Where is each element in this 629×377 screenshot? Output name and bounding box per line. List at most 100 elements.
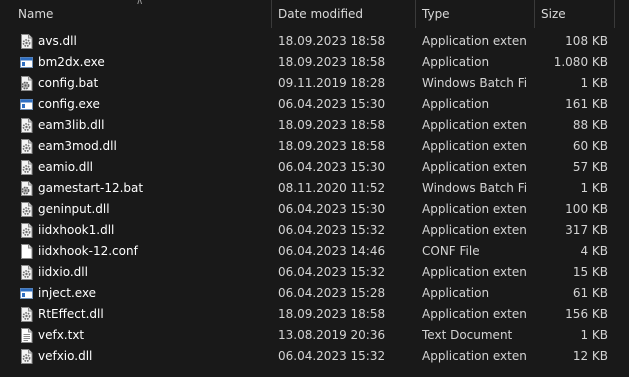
dll-gear-icon <box>20 349 33 364</box>
file-date-modified: 18.09.2023 18:58 <box>278 307 386 321</box>
file-row[interactable]: iidxhook-12.conf 06.04.2023 14:46 CONF Fil… <box>0 241 629 262</box>
file-row[interactable]: inject.exe 06.04.2023 15:28 Application 61 … <box>0 283 629 304</box>
file-type: Application exten... <box>422 265 528 279</box>
file-type: Application <box>422 286 490 300</box>
file-name: RtEffect.dll <box>38 307 104 321</box>
file-row[interactable]: vefx.txt 13.08.2019 20:36 Text Document 1 K… <box>0 325 629 346</box>
file-size: 100 KB <box>565 202 608 216</box>
file-list: avs.dll 18.09.2023 18:58 Application exten… <box>0 31 629 367</box>
file-name: inject.exe <box>38 286 97 300</box>
file-size: 1 KB <box>580 76 608 90</box>
file-row[interactable]: config.bat 09.11.2019 18:28 Windows Batch … <box>0 73 629 94</box>
batch-gear-icon <box>20 181 33 196</box>
file-type: Application exten... <box>422 34 528 48</box>
file-size: 108 KB <box>565 34 608 48</box>
file-date-modified: 06.04.2023 15:30 <box>278 202 386 216</box>
file-name: iidxio.dll <box>38 265 88 279</box>
text-file-icon <box>20 328 33 343</box>
file-type: Application exten... <box>422 307 528 321</box>
file-name: iidxhook1.dll <box>38 223 115 237</box>
file-name: config.bat <box>38 76 99 90</box>
file-row[interactable]: eamio.dll 06.04.2023 15:30 Application ext… <box>0 157 629 178</box>
file-name: iidxhook-12.conf <box>38 244 138 258</box>
column-divider[interactable] <box>614 0 615 28</box>
dll-gear-icon <box>20 118 33 133</box>
file-size: 1 KB <box>580 181 608 195</box>
file-date-modified: 18.09.2023 18:58 <box>278 139 386 153</box>
file-date-modified: 06.04.2023 15:32 <box>278 265 386 279</box>
file-row[interactable]: eam3mod.dll 18.09.2023 18:58 Application e… <box>0 136 629 157</box>
file-date-modified: 08.11.2020 11:52 <box>278 181 386 195</box>
file-type: Windows Batch File <box>422 181 528 195</box>
file-size: 15 KB <box>572 265 608 279</box>
file-name: eam3mod.dll <box>38 139 117 153</box>
file-size: 4 KB <box>580 244 608 258</box>
file-size: 156 KB <box>565 307 608 321</box>
file-type: Application exten... <box>422 202 528 216</box>
dll-gear-icon <box>20 307 33 322</box>
file-name: bm2dx.exe <box>38 55 105 69</box>
file-date-modified: 18.09.2023 18:58 <box>278 34 386 48</box>
file-name: config.exe <box>38 97 100 111</box>
file-size: 60 KB <box>572 139 608 153</box>
file-type: Application exten... <box>422 139 528 153</box>
file-date-modified: 06.04.2023 15:30 <box>278 160 386 174</box>
dll-gear-icon <box>20 160 33 175</box>
file-name: gamestart-12.bat <box>38 181 144 195</box>
file-type: CONF File <box>422 244 480 258</box>
column-header-name[interactable]: Name <box>18 0 53 28</box>
file-date-modified: 06.04.2023 15:30 <box>278 97 386 111</box>
file-row[interactable]: bm2dx.exe 18.09.2023 18:58 Application 1.08… <box>0 52 629 73</box>
column-divider[interactable] <box>415 0 416 28</box>
file-row[interactable]: iidxhook1.dll 06.04.2023 15:32 Application… <box>0 220 629 241</box>
column-divider[interactable] <box>271 0 272 28</box>
file-name: avs.dll <box>38 34 77 48</box>
file-size: 61 KB <box>572 286 608 300</box>
column-header-bar: Name ∧ Date modified Type Size <box>0 0 629 28</box>
dll-gear-icon <box>20 202 33 217</box>
dll-gear-icon <box>20 223 33 238</box>
file-row[interactable]: RtEffect.dll 18.09.2023 18:58 Application … <box>0 304 629 325</box>
dll-gear-icon <box>20 139 33 154</box>
file-date-modified: 13.08.2019 20:36 <box>278 328 386 342</box>
file-name: geninput.dll <box>38 202 110 216</box>
file-row[interactable]: eam3lib.dll 18.09.2023 18:58 Application e… <box>0 115 629 136</box>
file-row[interactable]: vefxio.dll 06.04.2023 15:32 Application ex… <box>0 346 629 367</box>
file-row[interactable]: iidxio.dll 06.04.2023 15:32 Application ex… <box>0 262 629 283</box>
file-row[interactable]: gamestart-12.bat 08.11.2020 11:52 Windows … <box>0 178 629 199</box>
file-date-modified: 06.04.2023 14:46 <box>278 244 386 258</box>
file-date-modified: 18.09.2023 18:58 <box>278 55 386 69</box>
exe-window-icon <box>20 55 33 70</box>
file-date-modified: 06.04.2023 15:32 <box>278 223 386 237</box>
file-size: 317 KB <box>565 223 608 237</box>
file-name: eam3lib.dll <box>38 118 105 132</box>
column-divider[interactable] <box>534 0 535 28</box>
file-row[interactable]: geninput.dll 06.04.2023 15:30 Application … <box>0 199 629 220</box>
file-type: Application <box>422 55 490 69</box>
exe-window-icon <box>20 286 33 301</box>
file-row[interactable]: avs.dll 18.09.2023 18:58 Application exten… <box>0 31 629 52</box>
sort-ascending-icon: ∧ <box>136 0 144 7</box>
column-header-type[interactable]: Type <box>422 0 450 28</box>
file-row[interactable]: config.exe 06.04.2023 15:30 Application 161… <box>0 94 629 115</box>
file-name: vefxio.dll <box>38 349 93 363</box>
file-name: eamio.dll <box>38 160 93 174</box>
file-type: Application exten... <box>422 349 528 363</box>
dll-gear-icon <box>20 34 33 49</box>
file-type: Windows Batch File <box>422 76 528 90</box>
column-header-date-modified[interactable]: Date modified <box>278 0 363 28</box>
column-header-size[interactable]: Size <box>541 0 566 28</box>
file-date-modified: 06.04.2023 15:28 <box>278 286 386 300</box>
file-name: vefx.txt <box>38 328 85 342</box>
file-date-modified: 06.04.2023 15:32 <box>278 349 386 363</box>
file-type: Application exten... <box>422 118 528 132</box>
file-size: 161 KB <box>565 97 608 111</box>
blank-file-icon <box>20 244 33 259</box>
file-size: 88 KB <box>572 118 608 132</box>
dll-gear-icon <box>20 265 33 280</box>
file-size: 1.080 KB <box>553 55 608 69</box>
file-date-modified: 09.11.2019 18:28 <box>278 76 386 90</box>
file-type: Application <box>422 97 490 111</box>
file-type: Application exten... <box>422 160 528 174</box>
file-type: Text Document <box>422 328 513 342</box>
